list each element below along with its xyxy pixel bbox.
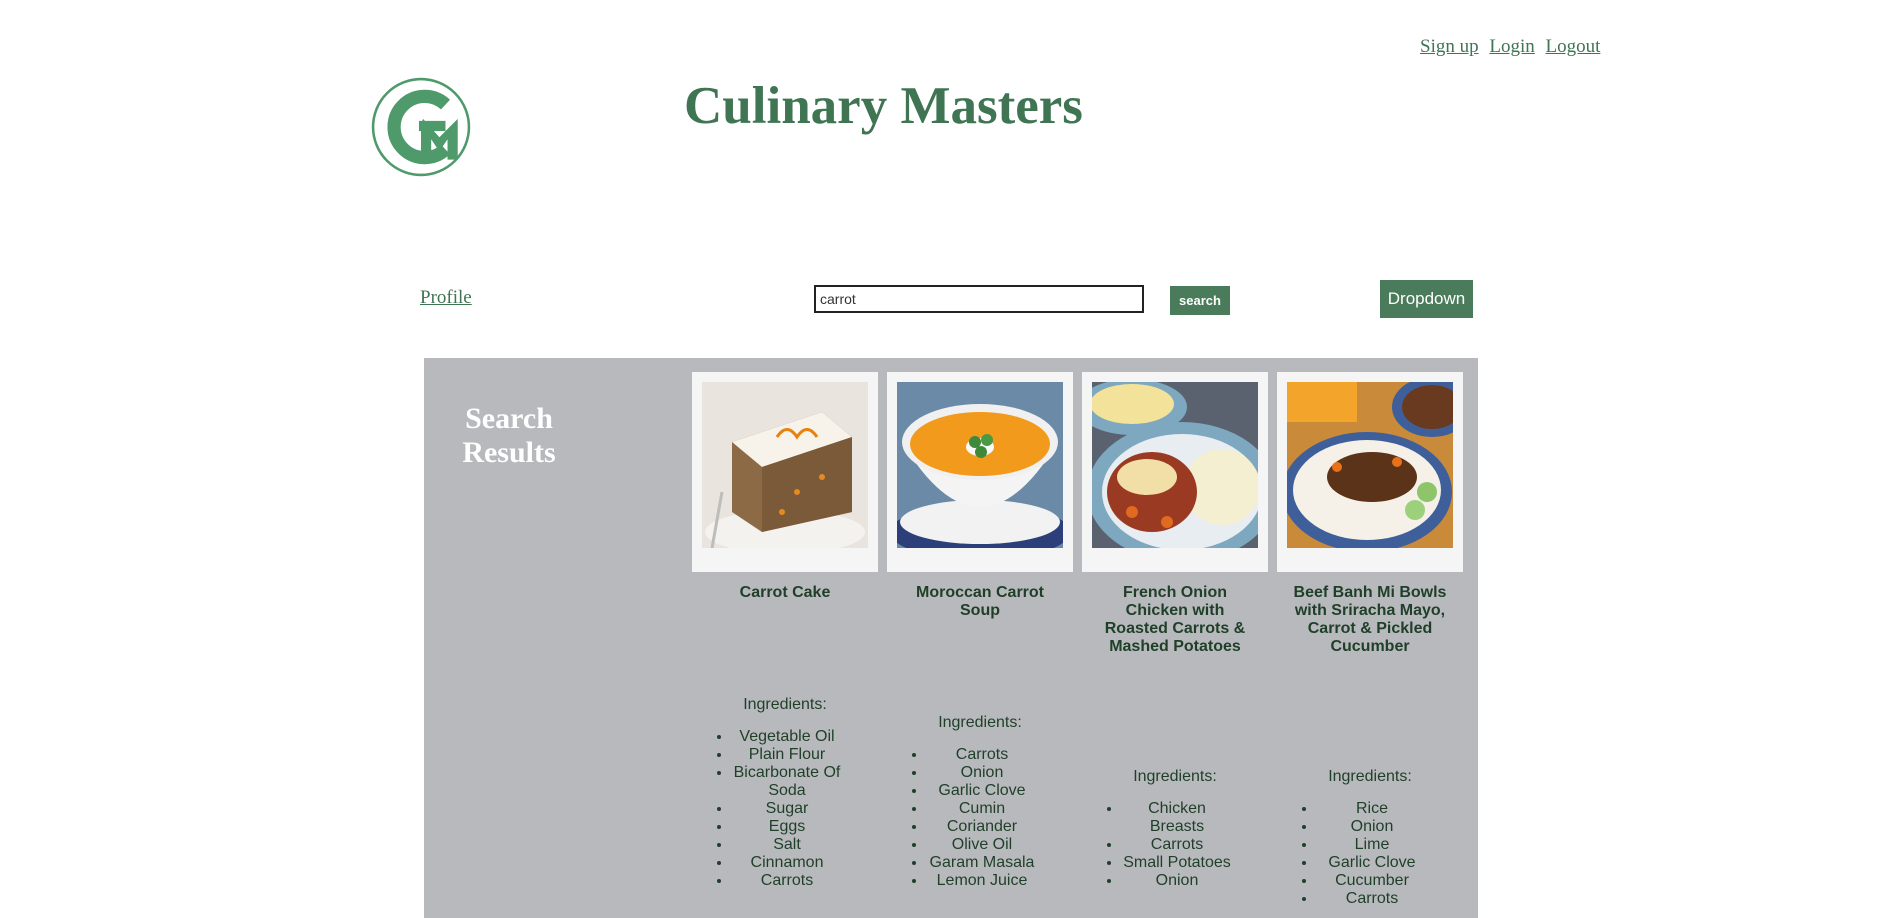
list-item: Small Potatoes (1122, 854, 1232, 872)
recipe-card[interactable]: Moroccan Carrot Soup (887, 372, 1073, 620)
ingredients-label: Ingredients: (1133, 768, 1217, 785)
signup-link[interactable]: Sign up (1420, 36, 1479, 57)
list-item: Onion (1122, 872, 1232, 890)
list-item: Eggs (732, 818, 842, 836)
list-item: Carrots (1122, 836, 1232, 854)
list-item: Carrots (1317, 890, 1427, 908)
auth-links: Sign up Login Logout (1420, 36, 1606, 58)
list-item: Garlic Clove (927, 782, 1037, 800)
ingredients-label: Ingredients: (1328, 768, 1412, 785)
gm-monogram-icon[interactable] (370, 76, 472, 178)
search-results-panel: Search Results Carrot Cake Ingredients: … (424, 358, 1478, 918)
recipe-card[interactable]: Carrot Cake (692, 372, 878, 602)
beef-banh-mi-bowl-photo[interactable] (1287, 382, 1453, 548)
recipe-name[interactable]: French Onion Chicken with Roasted Carrot… (1082, 584, 1268, 656)
search-input[interactable] (814, 285, 1144, 313)
profile-link[interactable]: Profile (420, 287, 472, 309)
list-item: Carrots (927, 746, 1037, 764)
results-heading: Search Results (462, 402, 556, 469)
list-item: Lime (1317, 836, 1427, 854)
ingredients-label: Ingredients: (938, 714, 1022, 731)
ingredients-label: Ingredients: (743, 696, 827, 713)
recipe-photo-frame[interactable] (1277, 372, 1463, 572)
ingredients-list: Carrots Onion Garlic Clove Cumin Coriand… (887, 746, 1037, 890)
list-item: Garlic Clove (1317, 854, 1427, 872)
carrot-soup-photo[interactable] (897, 382, 1063, 548)
login-link[interactable]: Login (1489, 36, 1534, 57)
ingredients-list: Rice Onion Lime Garlic Clove Cucumber Ca… (1277, 800, 1427, 908)
chicken-carrots-potatoes-photo[interactable] (1092, 382, 1258, 548)
list-item: Garam Masala (927, 854, 1037, 872)
list-item: Salt (732, 836, 842, 854)
list-item: Plain Flour (732, 746, 842, 764)
logout-link[interactable]: Logout (1546, 36, 1601, 57)
list-item: Lemon Juice (927, 872, 1037, 890)
site-title: Culinary Masters (684, 77, 1083, 135)
search-button[interactable]: search (1170, 286, 1230, 315)
list-item: Coriander (927, 818, 1037, 836)
dropdown-button[interactable]: Dropdown (1380, 280, 1473, 318)
list-item: Rice (1317, 800, 1427, 818)
carrot-cake-photo[interactable] (702, 382, 868, 548)
recipe-card[interactable]: Beef Banh Mi Bowls with Sriracha Mayo, C… (1277, 372, 1463, 656)
recipe-photo-frame[interactable] (692, 372, 878, 572)
list-item: Sugar (732, 800, 842, 818)
list-item: Carrots (732, 872, 842, 890)
recipe-name[interactable]: Beef Banh Mi Bowls with Sriracha Mayo, C… (1277, 584, 1463, 656)
list-item: Cumin (927, 800, 1037, 818)
recipe-name[interactable]: Moroccan Carrot Soup (887, 584, 1073, 620)
list-item: Olive Oil (927, 836, 1037, 854)
list-item: Cinnamon (732, 854, 842, 872)
list-item: Vegetable Oil (732, 728, 842, 746)
recipe-name[interactable]: Carrot Cake (692, 584, 878, 602)
recipe-card[interactable]: French Onion Chicken with Roasted Carrot… (1082, 372, 1268, 656)
list-item: Bicarbonate Of Soda (732, 764, 842, 800)
list-item: Onion (1317, 818, 1427, 836)
ingredients-list: Chicken Breasts Carrots Small Potatoes O… (1082, 800, 1232, 890)
list-item: Chicken Breasts (1122, 800, 1232, 836)
recipe-photo-frame[interactable] (1082, 372, 1268, 572)
list-item: Cucumber (1317, 872, 1427, 890)
recipe-photo-frame[interactable] (887, 372, 1073, 572)
ingredients-list: Vegetable Oil Plain Flour Bicarbonate Of… (692, 728, 842, 890)
list-item: Onion (927, 764, 1037, 782)
